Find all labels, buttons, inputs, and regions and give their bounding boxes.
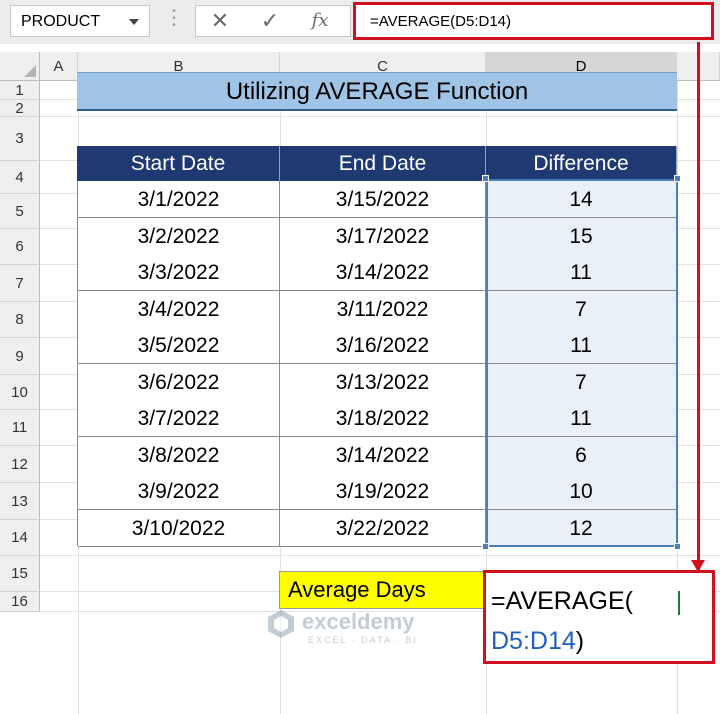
row-header-15[interactable]: 15 — [0, 556, 40, 592]
formula-input[interactable]: =AVERAGE(D5:D14) — [353, 2, 714, 40]
insert-function-icon[interactable]: fx — [300, 5, 340, 37]
selection-handle[interactable] — [674, 175, 681, 182]
name-box-value: PRODUCT — [21, 13, 101, 30]
cell-end-date[interactable]: 3/18/2022 — [280, 400, 486, 437]
row-header-7[interactable]: 7 — [0, 265, 40, 302]
row-header-16[interactable]: 16 — [0, 592, 40, 612]
watermark: exceldemy EXCEL · DATA · BI — [262, 605, 472, 649]
cell-end-date[interactable]: 3/22/2022 — [280, 510, 486, 547]
row-header-14[interactable]: 14 — [0, 520, 40, 556]
row-header-13[interactable]: 13 — [0, 483, 40, 520]
cell-start-date[interactable]: 3/1/2022 — [78, 181, 280, 218]
formula-line-1: =AVERAGE( — [491, 587, 633, 615]
cell-end-date[interactable]: 3/14/2022 — [280, 437, 486, 474]
cell-end-date[interactable]: 3/17/2022 — [280, 218, 486, 255]
row-header-3[interactable]: 3 — [0, 117, 40, 161]
cell-start-date[interactable]: 3/5/2022 — [78, 327, 280, 364]
row-header-8[interactable]: 8 — [0, 302, 40, 338]
cell-start-date[interactable]: 3/8/2022 — [78, 437, 280, 474]
cell-end-date[interactable]: 3/15/2022 — [280, 181, 486, 218]
header-start-date[interactable]: Start Date — [77, 146, 280, 181]
cell-d16-edit[interactable]: =AVERAGE( D5:D14) — [483, 570, 715, 664]
formula-line-2: D5:D14) — [491, 627, 584, 656]
cell-start-date[interactable]: 3/7/2022 — [78, 400, 280, 437]
cell-start-date[interactable]: 3/2/2022 — [78, 218, 280, 255]
cell-end-date[interactable]: 3/11/2022 — [280, 291, 486, 328]
cell-end-date[interactable]: 3/16/2022 — [280, 327, 486, 364]
row-header-4[interactable]: 4 — [0, 161, 40, 194]
cell-start-date[interactable]: 3/3/2022 — [78, 254, 280, 291]
cell-end-date[interactable]: 3/14/2022 — [280, 254, 486, 291]
row-header-6[interactable]: 6 — [0, 229, 40, 265]
header-difference[interactable]: Difference — [486, 146, 677, 181]
text-cursor — [678, 591, 680, 615]
selection-range — [486, 179, 678, 547]
exceldemy-logo-icon — [268, 610, 294, 638]
cell-start-date[interactable]: 3/4/2022 — [78, 291, 280, 328]
select-all-corner[interactable] — [0, 52, 40, 81]
row-header-10[interactable]: 10 — [0, 375, 40, 410]
cell-start-date[interactable]: 3/10/2022 — [78, 510, 280, 547]
row-header-12[interactable]: 12 — [0, 446, 40, 483]
sheet-title[interactable]: Utilizing AVERAGE Function — [77, 72, 677, 111]
formula-text: =AVERAGE(D5:D14) — [370, 13, 512, 30]
cell-end-date[interactable]: 3/19/2022 — [280, 473, 486, 510]
close-icon[interactable]: ✕ — [200, 5, 240, 37]
header-end-date[interactable]: End Date — [280, 146, 486, 181]
cell-start-date[interactable]: 3/9/2022 — [78, 473, 280, 510]
selection-handle[interactable] — [482, 543, 489, 550]
average-days-label[interactable]: Average Days — [279, 571, 484, 609]
name-box[interactable]: PRODUCT — [10, 5, 150, 37]
watermark-brand: exceldemy — [302, 609, 415, 634]
row-header-5[interactable]: 5 — [0, 194, 40, 229]
row-header-9[interactable]: 9 — [0, 338, 40, 375]
range-reference: D5:D14 — [491, 627, 576, 655]
column-header-a[interactable]: A — [40, 52, 78, 81]
closing-paren: ) — [575, 627, 585, 655]
chevron-down-icon[interactable] — [129, 19, 139, 25]
check-icon[interactable]: ✓ — [250, 5, 290, 37]
gridline — [40, 555, 720, 556]
selection-handle[interactable] — [482, 175, 489, 182]
cell-start-date[interactable]: 3/6/2022 — [78, 364, 280, 401]
gridline — [40, 116, 720, 117]
selection-handle[interactable] — [674, 543, 681, 550]
cell-end-date[interactable]: 3/13/2022 — [280, 364, 486, 401]
more-options-icon: • • • — [172, 6, 176, 31]
row-header-11[interactable]: 11 — [0, 410, 40, 446]
row-header-1[interactable]: 1 — [0, 81, 40, 100]
arrow-down-icon — [691, 560, 705, 572]
formula-bar: PRODUCT • • • ✕ ✓ fx =AVERAGE(D5:D14) — [0, 0, 720, 44]
arrow-line — [697, 42, 700, 572]
watermark-tagline: EXCEL · DATA · BI — [308, 635, 418, 645]
row-header-2[interactable]: 2 — [0, 100, 40, 117]
